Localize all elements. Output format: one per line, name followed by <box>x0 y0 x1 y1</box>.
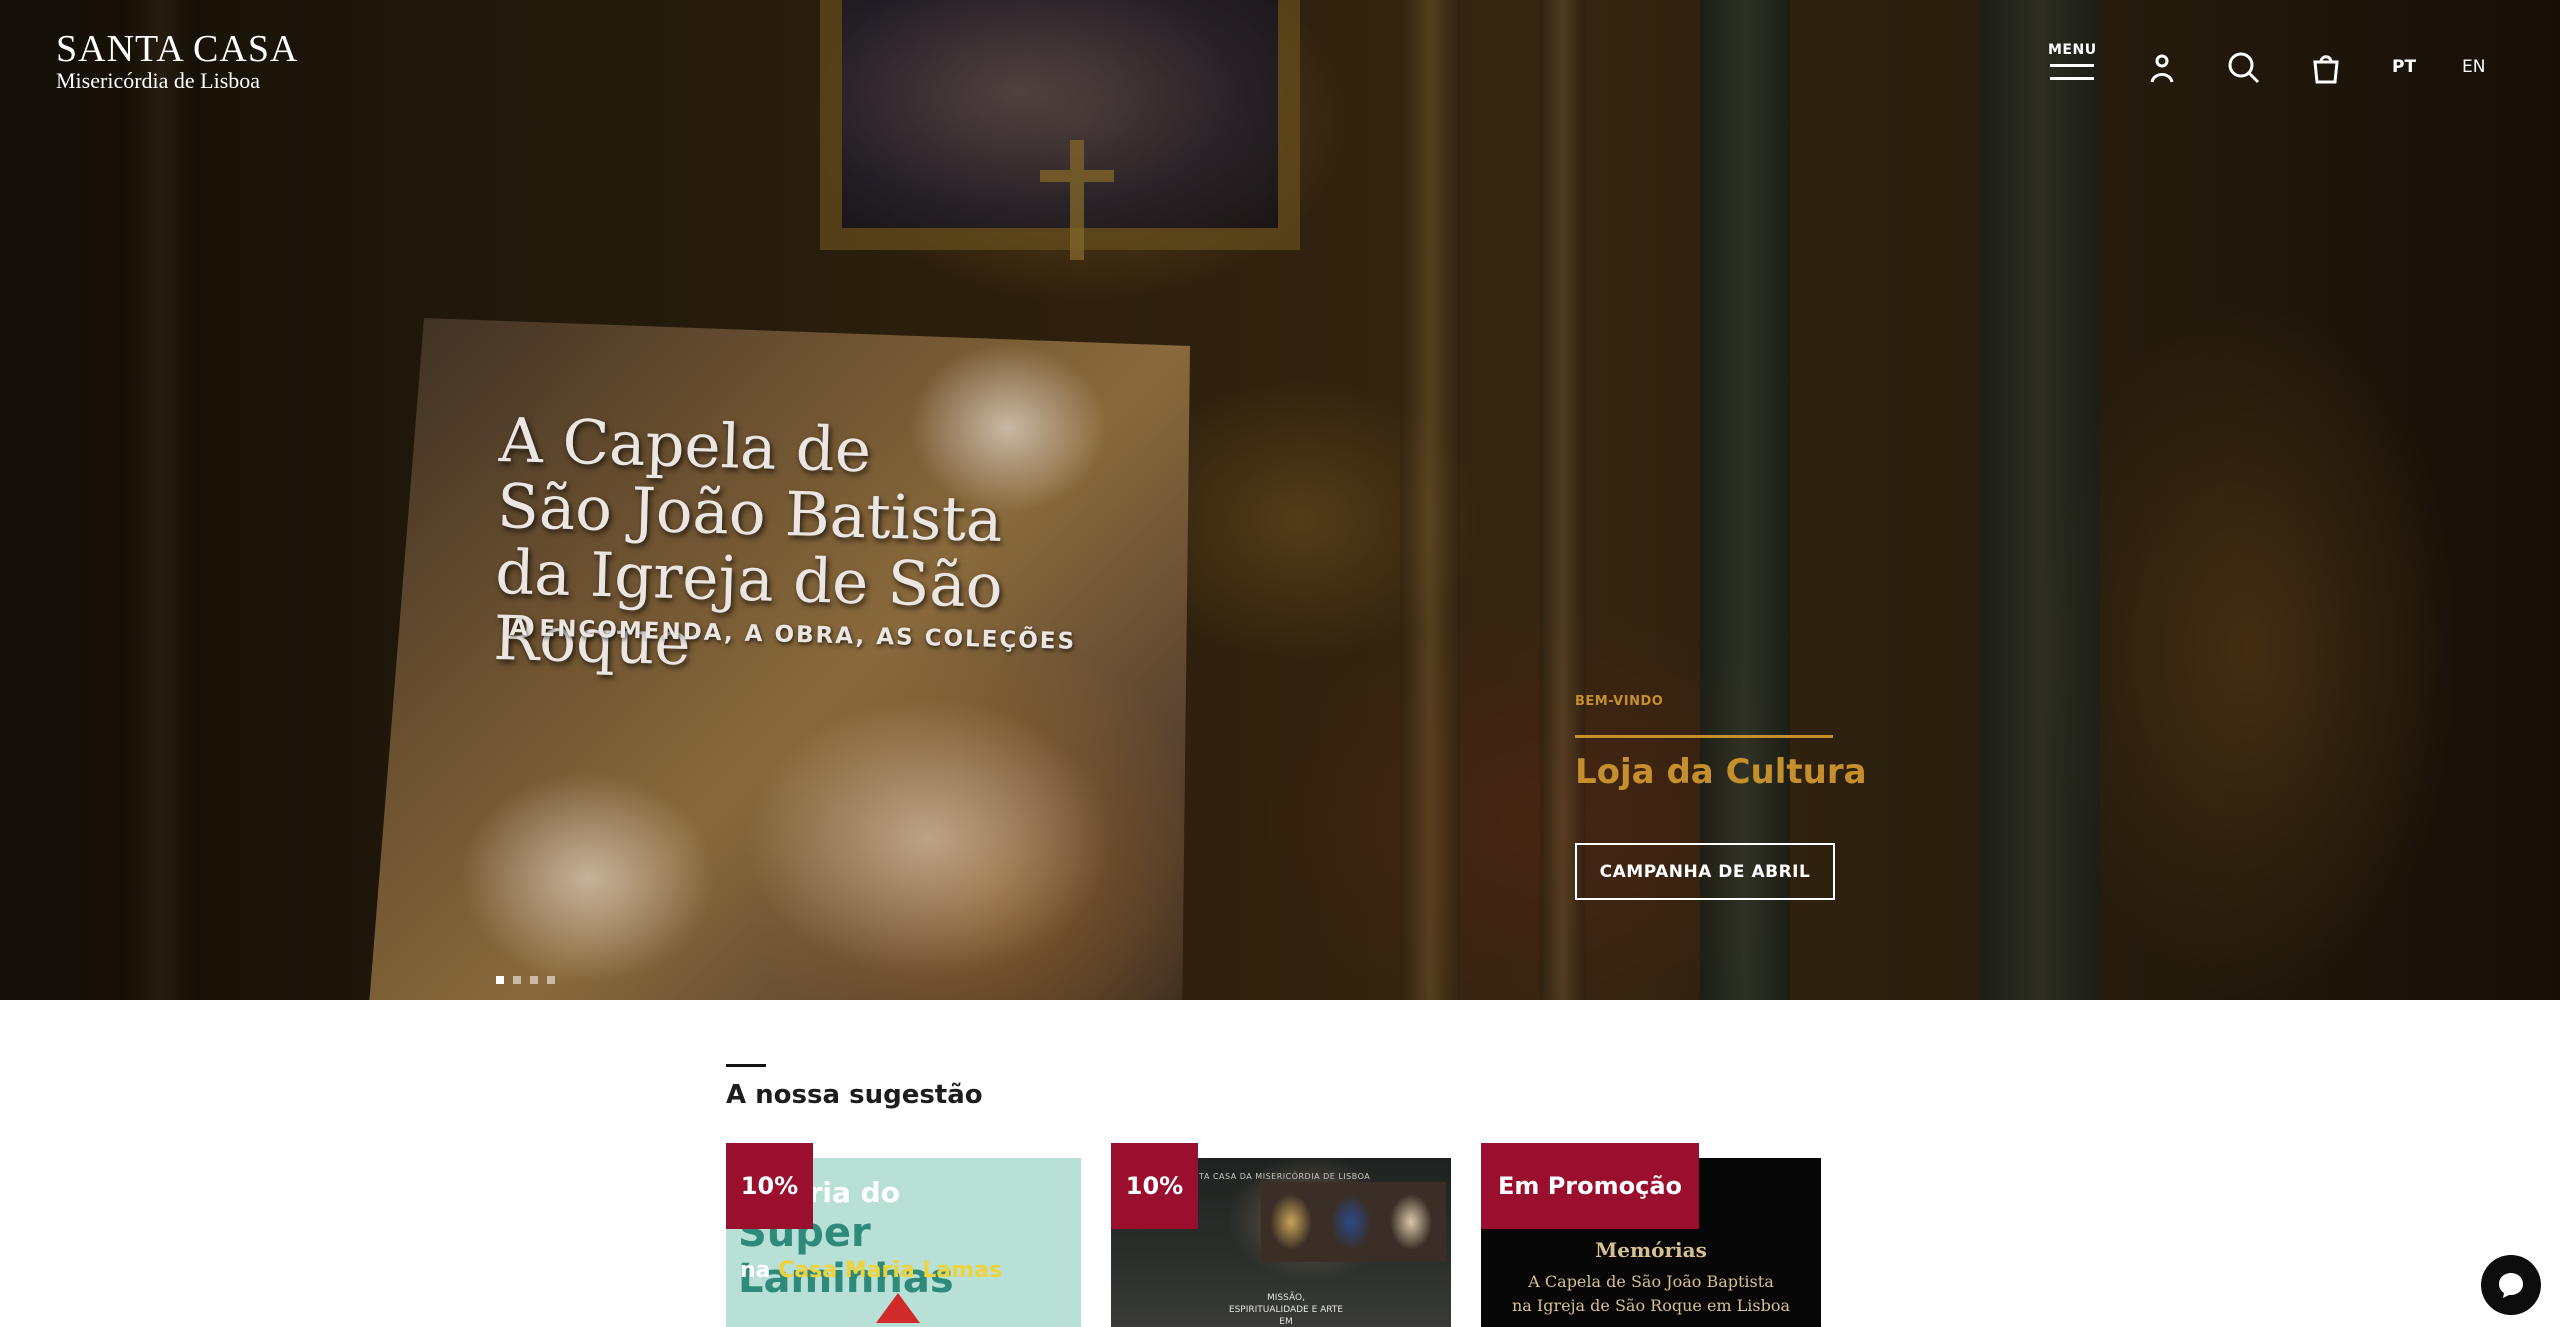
bag-icon <box>2313 55 2339 84</box>
cover-painting <box>1261 1182 1446 1262</box>
carousel-dots <box>496 976 555 984</box>
section-title: A nossa sugestão <box>726 1080 983 1110</box>
cart-button[interactable] <box>2308 50 2344 86</box>
discount-badge: 10% <box>1111 1143 1198 1229</box>
campaign-button[interactable]: CAMPANHA DE ABRIL <box>1575 843 1835 900</box>
account-button[interactable] <box>2144 50 2180 86</box>
product-cover-subtitle: na Igreja de São Roque em Lisboa <box>1511 1296 1791 1315</box>
cover-illustration <box>876 1293 920 1323</box>
hero-title: Loja da Cultura <box>1575 752 1867 792</box>
carousel-dot[interactable] <box>496 976 504 984</box>
logo-tagline: Misericórdia de Lisboa <box>56 68 261 93</box>
carousel-dot[interactable] <box>547 976 555 984</box>
user-icon <box>2150 54 2174 83</box>
language-en[interactable]: EN <box>2462 57 2485 77</box>
menu-button[interactable]: MENU <box>2048 42 2096 80</box>
product-cover-caption: MISSÃO, ESPIRITUALIDADE E ARTE EM <box>1228 1293 1344 1327</box>
carousel-dot[interactable] <box>530 976 538 984</box>
product-cover-title: Memórias <box>1595 1238 1707 1262</box>
search-button[interactable] <box>2226 50 2262 86</box>
book-title-line: da Igreja de São Roque <box>492 536 1004 680</box>
cover-subtitle-prefix: na <box>740 1258 771 1283</box>
chat-button[interactable] <box>2481 1255 2541 1315</box>
hero-kicker: BEM-VINDO <box>1575 694 1664 709</box>
hero-banner: A Capela de São João Batista da Igreja d… <box>0 0 2560 1000</box>
site-logo[interactable]: SANTA CASA Misericórdia de Lisboa <box>56 30 298 94</box>
product-cover-subtitle: A Capela de São João Baptista <box>1528 1272 1774 1291</box>
carousel-dot[interactable] <box>513 976 521 984</box>
chat-bubble-icon <box>2499 1273 2523 1298</box>
cover-subtitle-highlight: Casa Maria Lamas <box>778 1258 1003 1283</box>
promotion-badge: Em Promoção <box>1481 1143 1699 1229</box>
product-cover-subtitle: na Casa Maria Lamas <box>740 1258 1002 1283</box>
discount-badge: 10% <box>726 1143 813 1229</box>
language-pt[interactable]: PT <box>2392 57 2416 77</box>
menu-label: MENU <box>2048 42 2097 58</box>
section-title-divider <box>726 1064 766 1067</box>
logo-wordmark: SANTA CASA <box>56 28 299 70</box>
product-cover-publisher: SANTA CASA DA MISERICÓRDIA DE LISBOA <box>1181 1172 1371 1181</box>
hero-kicker-divider <box>1575 735 1833 738</box>
hamburger-icon <box>2050 64 2094 80</box>
search-icon <box>2228 52 2260 84</box>
